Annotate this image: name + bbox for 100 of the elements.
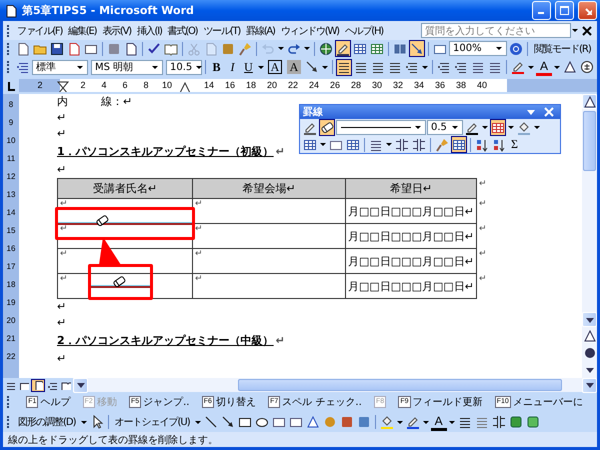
enclose-character-icon[interactable] xyxy=(579,58,595,76)
ruler-number: 32 xyxy=(393,80,403,90)
horizontal-scrollbar[interactable] xyxy=(73,378,597,392)
dropdown-arrow-icon[interactable] xyxy=(422,66,428,68)
paragraph-mark: ↵ xyxy=(276,333,285,349)
scroll-thumb[interactable] xyxy=(583,111,596,171)
vertical-ruler[interactable]: 8 9 10 11 12 13 14 15 16 17 18 19 20 21 22 xyxy=(3,94,19,378)
ruler-number: 22 xyxy=(288,80,298,90)
toolbar-grip[interactable] xyxy=(7,24,11,36)
ruler-number: 19 xyxy=(6,297,16,309)
menu-item[interactable]: 挿入(I) xyxy=(134,22,165,38)
outside-border-icon[interactable] xyxy=(490,119,506,136)
menu-item[interactable]: 編集(E) xyxy=(65,22,100,38)
draw-menu-button[interactable]: 図形の調整(D) xyxy=(15,414,79,430)
distribute-columns-icon[interactable] xyxy=(411,136,427,153)
eraser-icon[interactable] xyxy=(319,119,335,136)
line-style-field[interactable] xyxy=(336,120,426,135)
view-icon xyxy=(61,380,71,390)
document-page[interactable]: 内 線：↵ ↵ ↵ 1．パソコンスキルアップセミナー（初級） ↵ ↵ 受講者氏名↵ 希望会場↵ 希望日↵ ↵ ↵ ↵ 月□□日□□□月□□日↵ ↵ ↵ ↵ 月□□日□□□月□□日↵ ↵ ↵ ↵ 月□□日□□□月□□日↵ ↵ ↵ ↵ 月□□日□□□月□□日↵ ↵ ↵ ↵ 2．パソコンスキルアップセミナー（中級） ↵ ↵ 罫線 0.5 Σ xyxy=(19,94,582,378)
menu-item[interactable]: 表示(V) xyxy=(99,22,134,38)
dropdown-arrow-icon[interactable] xyxy=(572,29,578,32)
alignment-icon[interactable] xyxy=(336,58,352,76)
dropdown-arrow-icon[interactable] xyxy=(422,420,429,424)
table-cell: ↵ xyxy=(192,224,346,248)
help-search-field[interactable]: 質問を入力してください xyxy=(421,23,571,38)
dropdown-arrow-icon[interactable] xyxy=(320,143,326,146)
dropdown-arrow-icon[interactable] xyxy=(448,420,455,424)
dropdown-arrow-icon[interactable] xyxy=(278,47,284,50)
bold-button[interactable]: B xyxy=(209,58,224,76)
table-cell: ↵ xyxy=(192,248,346,274)
dropdown-arrow-icon[interactable] xyxy=(194,420,201,424)
toolbar-grip[interactable] xyxy=(7,396,11,408)
callout-pointer xyxy=(97,237,123,265)
horizontal-ruler[interactable]: 2 2 4 6 8 10 14 16 18 20 22 24 26 28 30 32 34 36 38 40 xyxy=(19,79,597,92)
underline-button[interactable]: U xyxy=(241,58,256,76)
autoshapes-menu-button[interactable]: オートシェイプ(U) xyxy=(112,414,193,430)
font-color-button[interactable]: A xyxy=(536,58,552,76)
table-cell: ↵ xyxy=(192,198,346,224)
table-grid-icon[interactable] xyxy=(451,136,467,153)
arrow-style-icon[interactable] xyxy=(490,414,507,430)
toolbar-grip[interactable] xyxy=(7,42,11,54)
ruler-number: 36 xyxy=(435,80,445,90)
dropdown-arrow-icon[interactable] xyxy=(534,126,540,129)
boxed-button[interactable]: A xyxy=(268,60,282,74)
toolbar-grip[interactable] xyxy=(7,416,11,428)
ruler-number: 30 xyxy=(372,80,382,90)
minimize-button[interactable] xyxy=(532,1,551,20)
dropdown-arrow-icon[interactable] xyxy=(508,126,514,129)
italic-button[interactable]: I xyxy=(225,58,240,76)
dropdown-arrow-icon[interactable] xyxy=(554,66,560,68)
line-style-icon xyxy=(340,126,410,129)
dropdown-arrow-icon[interactable] xyxy=(396,420,403,424)
fill-color-icon[interactable] xyxy=(378,414,395,430)
dropdown-arrow-icon[interactable] xyxy=(452,126,458,129)
dropdown-arrow-icon[interactable] xyxy=(196,66,202,68)
dropdown-arrow-icon[interactable] xyxy=(386,143,392,146)
view-button[interactable] xyxy=(31,378,45,392)
shaded-button[interactable]: A xyxy=(287,60,301,74)
scroll-thumb[interactable] xyxy=(238,379,562,391)
menu-item[interactable]: ツール(T) xyxy=(200,22,244,38)
menu-item[interactable]: 書式(O) xyxy=(164,22,200,38)
ruler-number: 13 xyxy=(6,189,16,201)
close-button[interactable] xyxy=(578,1,597,20)
line-weight-field[interactable]: 0.5 xyxy=(427,120,463,135)
menu-item[interactable]: ファイル(F) xyxy=(14,22,66,38)
table-cell: 月□□日□□□月□□日↵ xyxy=(346,224,476,248)
tables-borders-icon[interactable] xyxy=(335,40,351,57)
dropdown-arrow-icon[interactable] xyxy=(304,47,310,50)
dropdown-arrow-icon[interactable] xyxy=(414,126,420,129)
font-field[interactable]: MS 明朝 xyxy=(91,60,163,74)
save-icon[interactable] xyxy=(49,40,65,57)
dropdown-arrow-icon[interactable] xyxy=(258,66,264,68)
zoom-field[interactable]: 100% xyxy=(449,41,507,56)
help-icon[interactable] xyxy=(508,40,524,57)
menu-item[interactable]: ヘルプ(H) xyxy=(342,22,386,38)
menu-item[interactable]: ウィンドウ(W) xyxy=(278,22,342,38)
autosum-button[interactable]: Σ xyxy=(508,137,521,152)
vertical-scrollbar[interactable] xyxy=(582,94,597,378)
dropdown-arrow-icon[interactable] xyxy=(80,420,87,424)
maximize-button[interactable] xyxy=(555,1,574,20)
style-field[interactable]: 標準 xyxy=(32,60,88,74)
indent-marker-icon[interactable] xyxy=(55,79,71,92)
toolbar-grip[interactable] xyxy=(7,61,11,73)
dropdown-arrow-icon[interactable] xyxy=(496,47,502,50)
hyperlink-icon[interactable] xyxy=(318,40,334,57)
table-cell: 月□□日□□□月□□日↵ xyxy=(346,274,476,298)
dropdown-arrow-icon[interactable] xyxy=(322,66,328,68)
format-painter-icon[interactable] xyxy=(237,40,253,57)
dropdown-arrow-icon[interactable] xyxy=(152,66,158,68)
table-autoformat-icon[interactable] xyxy=(434,136,450,153)
reading-mode-button[interactable]: 閲覧モード(R) xyxy=(531,40,594,56)
drawing-icon[interactable] xyxy=(409,40,425,57)
ruler-number: 26 xyxy=(330,80,340,90)
dropdown-arrow-icon[interactable] xyxy=(528,66,534,68)
menu-item[interactable]: 罫線(A) xyxy=(243,22,278,38)
distribute-rows-icon[interactable] xyxy=(394,136,410,153)
dropdown-arrow-icon[interactable] xyxy=(77,66,83,68)
font-size-field[interactable]: 10.5 xyxy=(166,60,202,74)
ruler-number: 16 xyxy=(225,80,235,90)
ruler-number: 22 xyxy=(6,351,16,363)
